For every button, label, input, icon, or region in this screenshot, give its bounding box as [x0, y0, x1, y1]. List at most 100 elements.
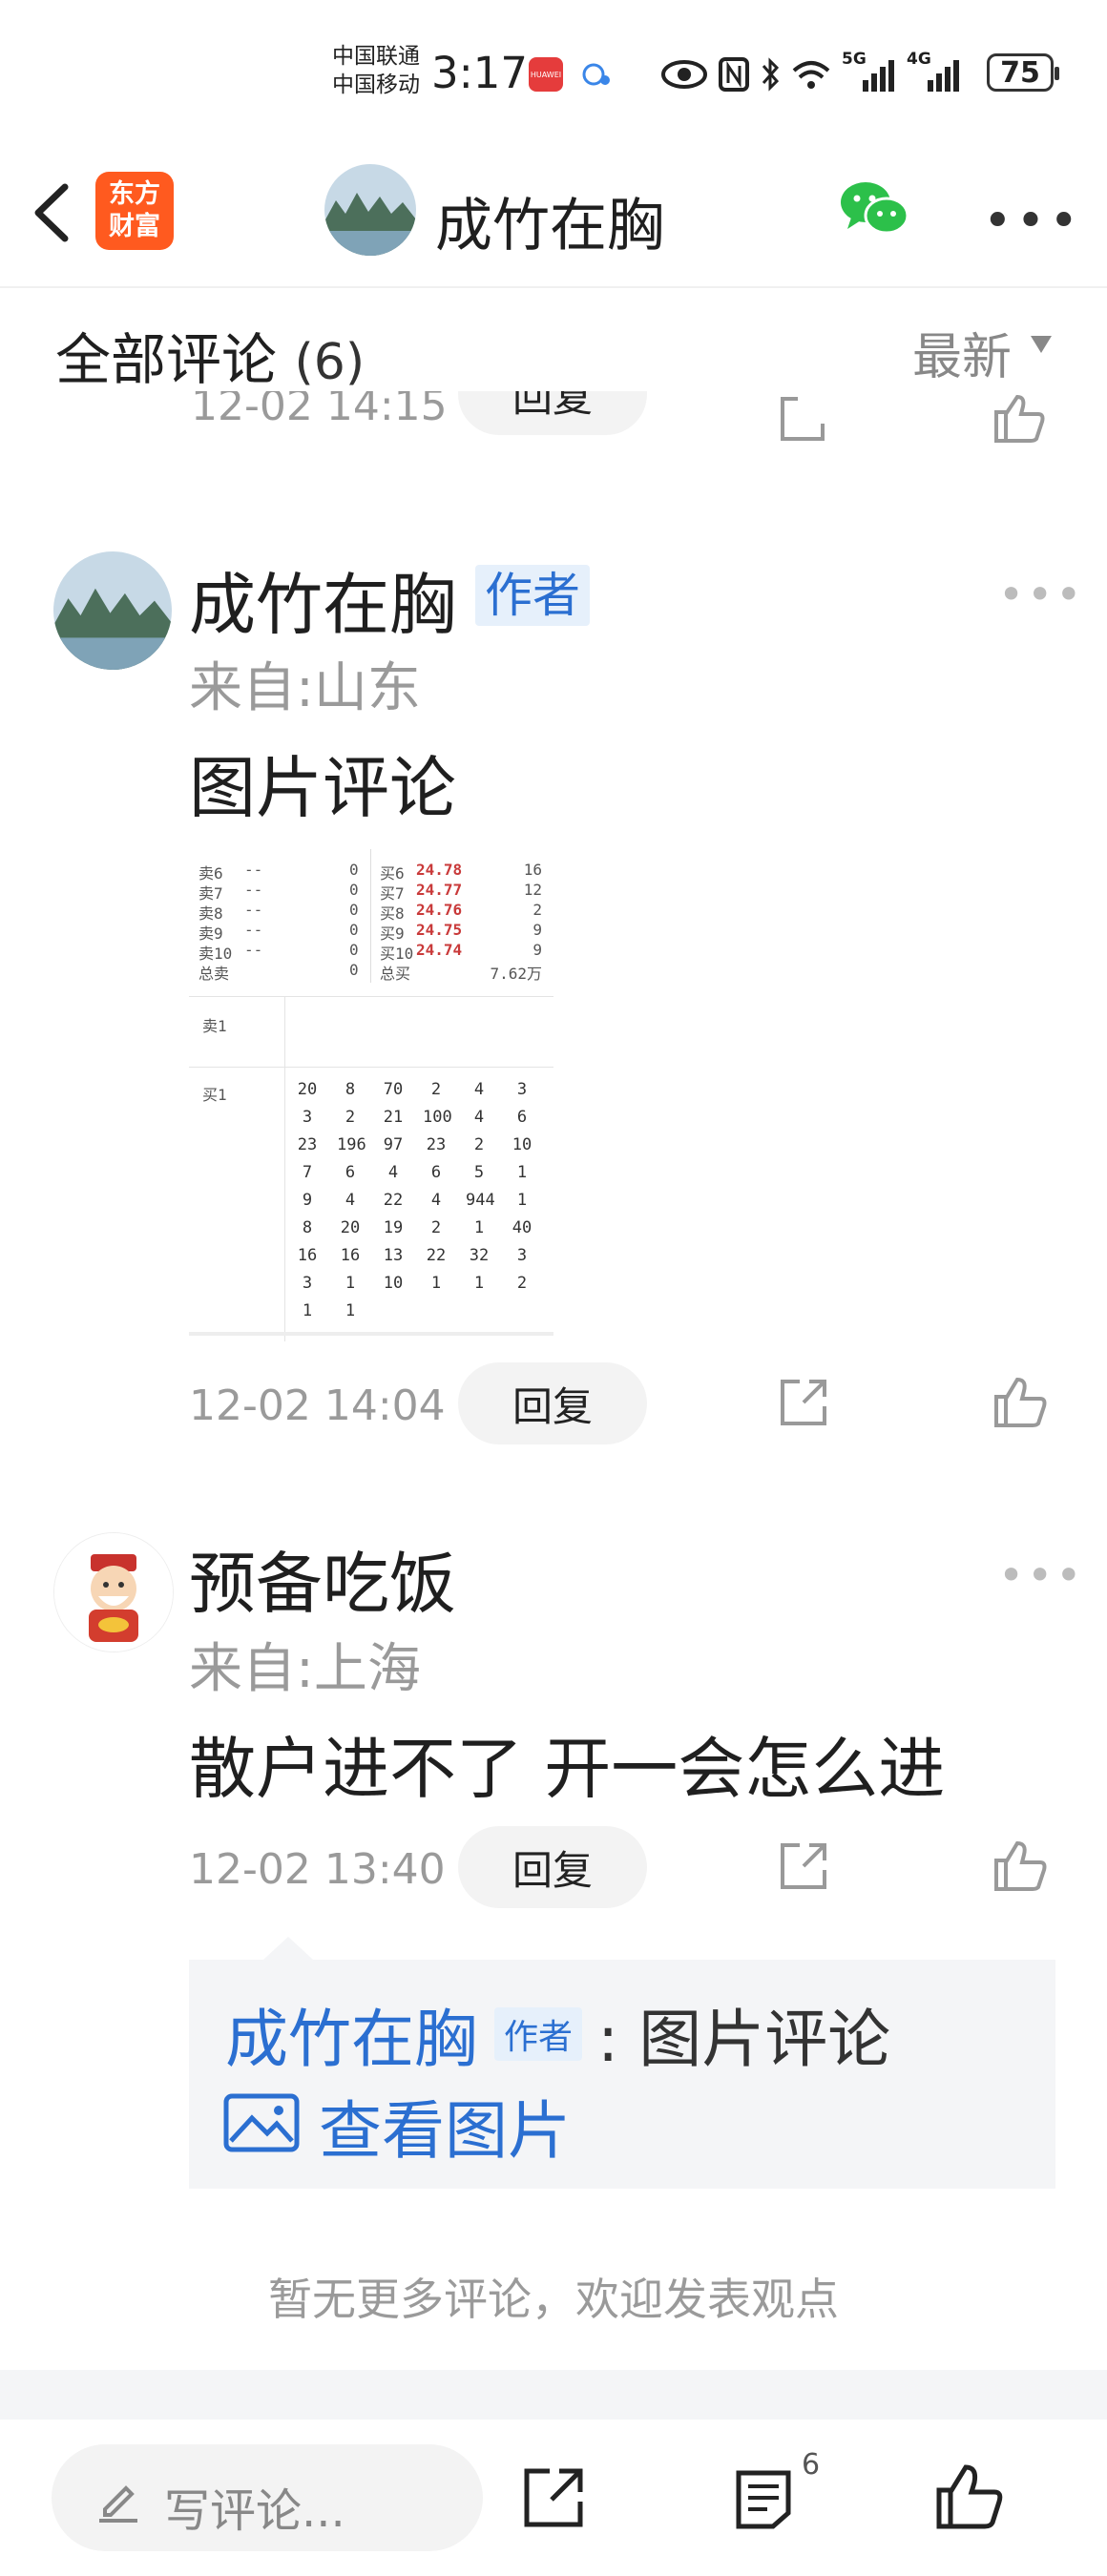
- comments-count: (6): [294, 334, 366, 391]
- comment-more-icon[interactable]: •••: [998, 1549, 1084, 1601]
- buy-level-price: 24.78: [416, 861, 463, 879]
- author-badge: 作者: [475, 565, 590, 626]
- queue-order-volume: 1: [516, 1191, 528, 1210]
- sort-arrow-icon[interactable]: [1031, 336, 1052, 353]
- write-comment-placeholder: 写评论...: [164, 2484, 345, 2538]
- queue-order-volume: 6: [516, 1108, 528, 1127]
- queue-order-volume: 16: [297, 1246, 318, 1265]
- battery-indicator: 75: [987, 53, 1059, 92]
- queue-order-volume: 70: [383, 1080, 404, 1099]
- comments-list-icon[interactable]: [733, 2467, 794, 2530]
- landscape-avatar-image: [324, 164, 416, 256]
- share-icon[interactable]: [521, 2465, 586, 2530]
- header: 东方 财富 成竹在胸 •••: [0, 143, 1107, 288]
- queue-order-volume: 3: [516, 1080, 528, 1099]
- comment-content: 散户进不了 开一会怎么进: [189, 1730, 946, 1808]
- comment-content: 图片评论: [189, 749, 456, 827]
- landscape-avatar-image: [53, 551, 172, 670]
- comment-more-icon[interactable]: •••: [998, 569, 1084, 620]
- bottom-bar: 写评论... 6: [0, 2420, 1107, 2576]
- image-icon: [223, 2093, 300, 2152]
- status-icons: 5G 4G: [660, 50, 962, 99]
- queue-order-volume: 1: [516, 1163, 528, 1182]
- buy-level-price: 24.74: [416, 941, 463, 959]
- carrier-1: 中国联通: [332, 44, 420, 69]
- queue-order-volume: 2: [473, 1135, 485, 1154]
- share-icon[interactable]: [777, 393, 828, 445]
- comment-image[interactable]: 卖6 -- 0 卖7 -- 0 卖8 -- 0 卖9 -- 0 卖10 -- 0 总卖 0 买6 24.78 16 买…: [189, 849, 554, 1341]
- reply-button[interactable]: 回复: [458, 391, 647, 435]
- buy-level-volume: 12: [523, 881, 542, 899]
- sell-level-volume: 0: [349, 921, 359, 939]
- queue-order-volume: 16: [340, 1246, 361, 1265]
- comment-time: 12-02 13:40: [189, 1845, 446, 1894]
- wechat-share-icon[interactable]: [838, 177, 910, 240]
- sell-level-volume: 0: [349, 881, 359, 899]
- queue-order-volume: 6: [430, 1163, 442, 1182]
- queue-order-volume: 4: [387, 1163, 399, 1182]
- network-4g-label: 4G: [907, 50, 931, 69]
- image-divider-2: [189, 1067, 554, 1068]
- sell-level-label: 总卖: [198, 965, 230, 983]
- signal-5g-icon: 5G: [842, 50, 897, 93]
- queue-order-volume: 20: [340, 1218, 361, 1237]
- like-icon[interactable]: [992, 393, 1046, 445]
- queue-order-volume: 1: [302, 1301, 313, 1320]
- queue-order-volume: 7: [302, 1163, 313, 1182]
- buy-level-price: 24.76: [416, 901, 463, 919]
- quote-author[interactable]: 成竹在胸: [225, 1988, 477, 2080]
- like-icon[interactable]: [992, 1839, 1048, 1893]
- reply-button[interactable]: 回复: [458, 1362, 647, 1444]
- carrier-2: 中国移动: [332, 73, 420, 97]
- queue-order-volume: 100: [423, 1108, 452, 1127]
- logo-line-2: 财富: [109, 212, 160, 241]
- share-icon[interactable]: [777, 1839, 830, 1893]
- queue-order-volume: 40: [512, 1218, 533, 1237]
- image-divider-v: [284, 996, 285, 1341]
- header-avatar[interactable]: [324, 164, 416, 256]
- god-of-wealth-avatar-image: [54, 1533, 173, 1652]
- commenter-name[interactable]: 预备吃饭: [189, 1530, 456, 1627]
- image-divider: [189, 996, 554, 997]
- queue-order-volume: 1: [345, 1274, 356, 1293]
- queue-order-volume: 2: [430, 1080, 442, 1099]
- sell-level-volume: 0: [349, 961, 359, 979]
- huawei-app-icon: HUAWEI: [529, 57, 563, 92]
- write-comment-input[interactable]: 写评论...: [52, 2444, 483, 2551]
- queue-order-volume: 4: [430, 1191, 442, 1210]
- queue-order-volume: 1: [473, 1274, 485, 1293]
- pencil-icon: [99, 2485, 137, 2523]
- nfc-icon: [719, 57, 749, 92]
- sell-level-price: --: [244, 921, 263, 939]
- like-icon[interactable]: [935, 2463, 1004, 2530]
- queue-order-volume: 22: [383, 1191, 404, 1210]
- back-icon[interactable]: [27, 179, 84, 246]
- sell-level-volume: 0: [349, 861, 359, 879]
- app-logo[interactable]: 东方 财富: [95, 172, 174, 250]
- commenter-avatar[interactable]: [53, 1532, 174, 1652]
- signal-4g-icon: 4G: [907, 50, 962, 93]
- queue-order-volume: 10: [512, 1135, 533, 1154]
- queue-order-volume: 1: [473, 1218, 485, 1237]
- order-book-divider: [370, 849, 371, 983]
- view-image-link[interactable]: 查看图片: [319, 2080, 571, 2171]
- status-bar: 中国联通 中国移动 3:17 HUAWEI 5G 4G 75: [0, 0, 1107, 143]
- like-icon[interactable]: [992, 1376, 1048, 1429]
- sort-dropdown[interactable]: 最新: [912, 317, 1012, 388]
- queue-order-volume: 19: [383, 1218, 404, 1237]
- network-5g-label: 5G: [842, 50, 867, 69]
- share-icon[interactable]: [777, 1376, 830, 1429]
- eye-icon: [661, 60, 707, 89]
- reply-button[interactable]: 回复: [458, 1826, 647, 1908]
- no-more-comments: 暂无更多评论，欢迎发表观点: [268, 2274, 839, 2325]
- more-options-icon[interactable]: •••: [983, 193, 1082, 250]
- commenter-name[interactable]: 成竹在胸: [189, 551, 456, 648]
- sell-level-price: --: [244, 941, 263, 959]
- queue-order-volume: 3: [516, 1246, 528, 1265]
- bluetooth-icon: [762, 57, 780, 92]
- queue-order-volume: 2: [345, 1108, 356, 1127]
- commenter-avatar[interactable]: [53, 551, 172, 670]
- queue-order-volume: 4: [345, 1191, 356, 1210]
- sell-level-volume: 0: [349, 901, 359, 919]
- queue-order-volume: 1: [430, 1274, 442, 1293]
